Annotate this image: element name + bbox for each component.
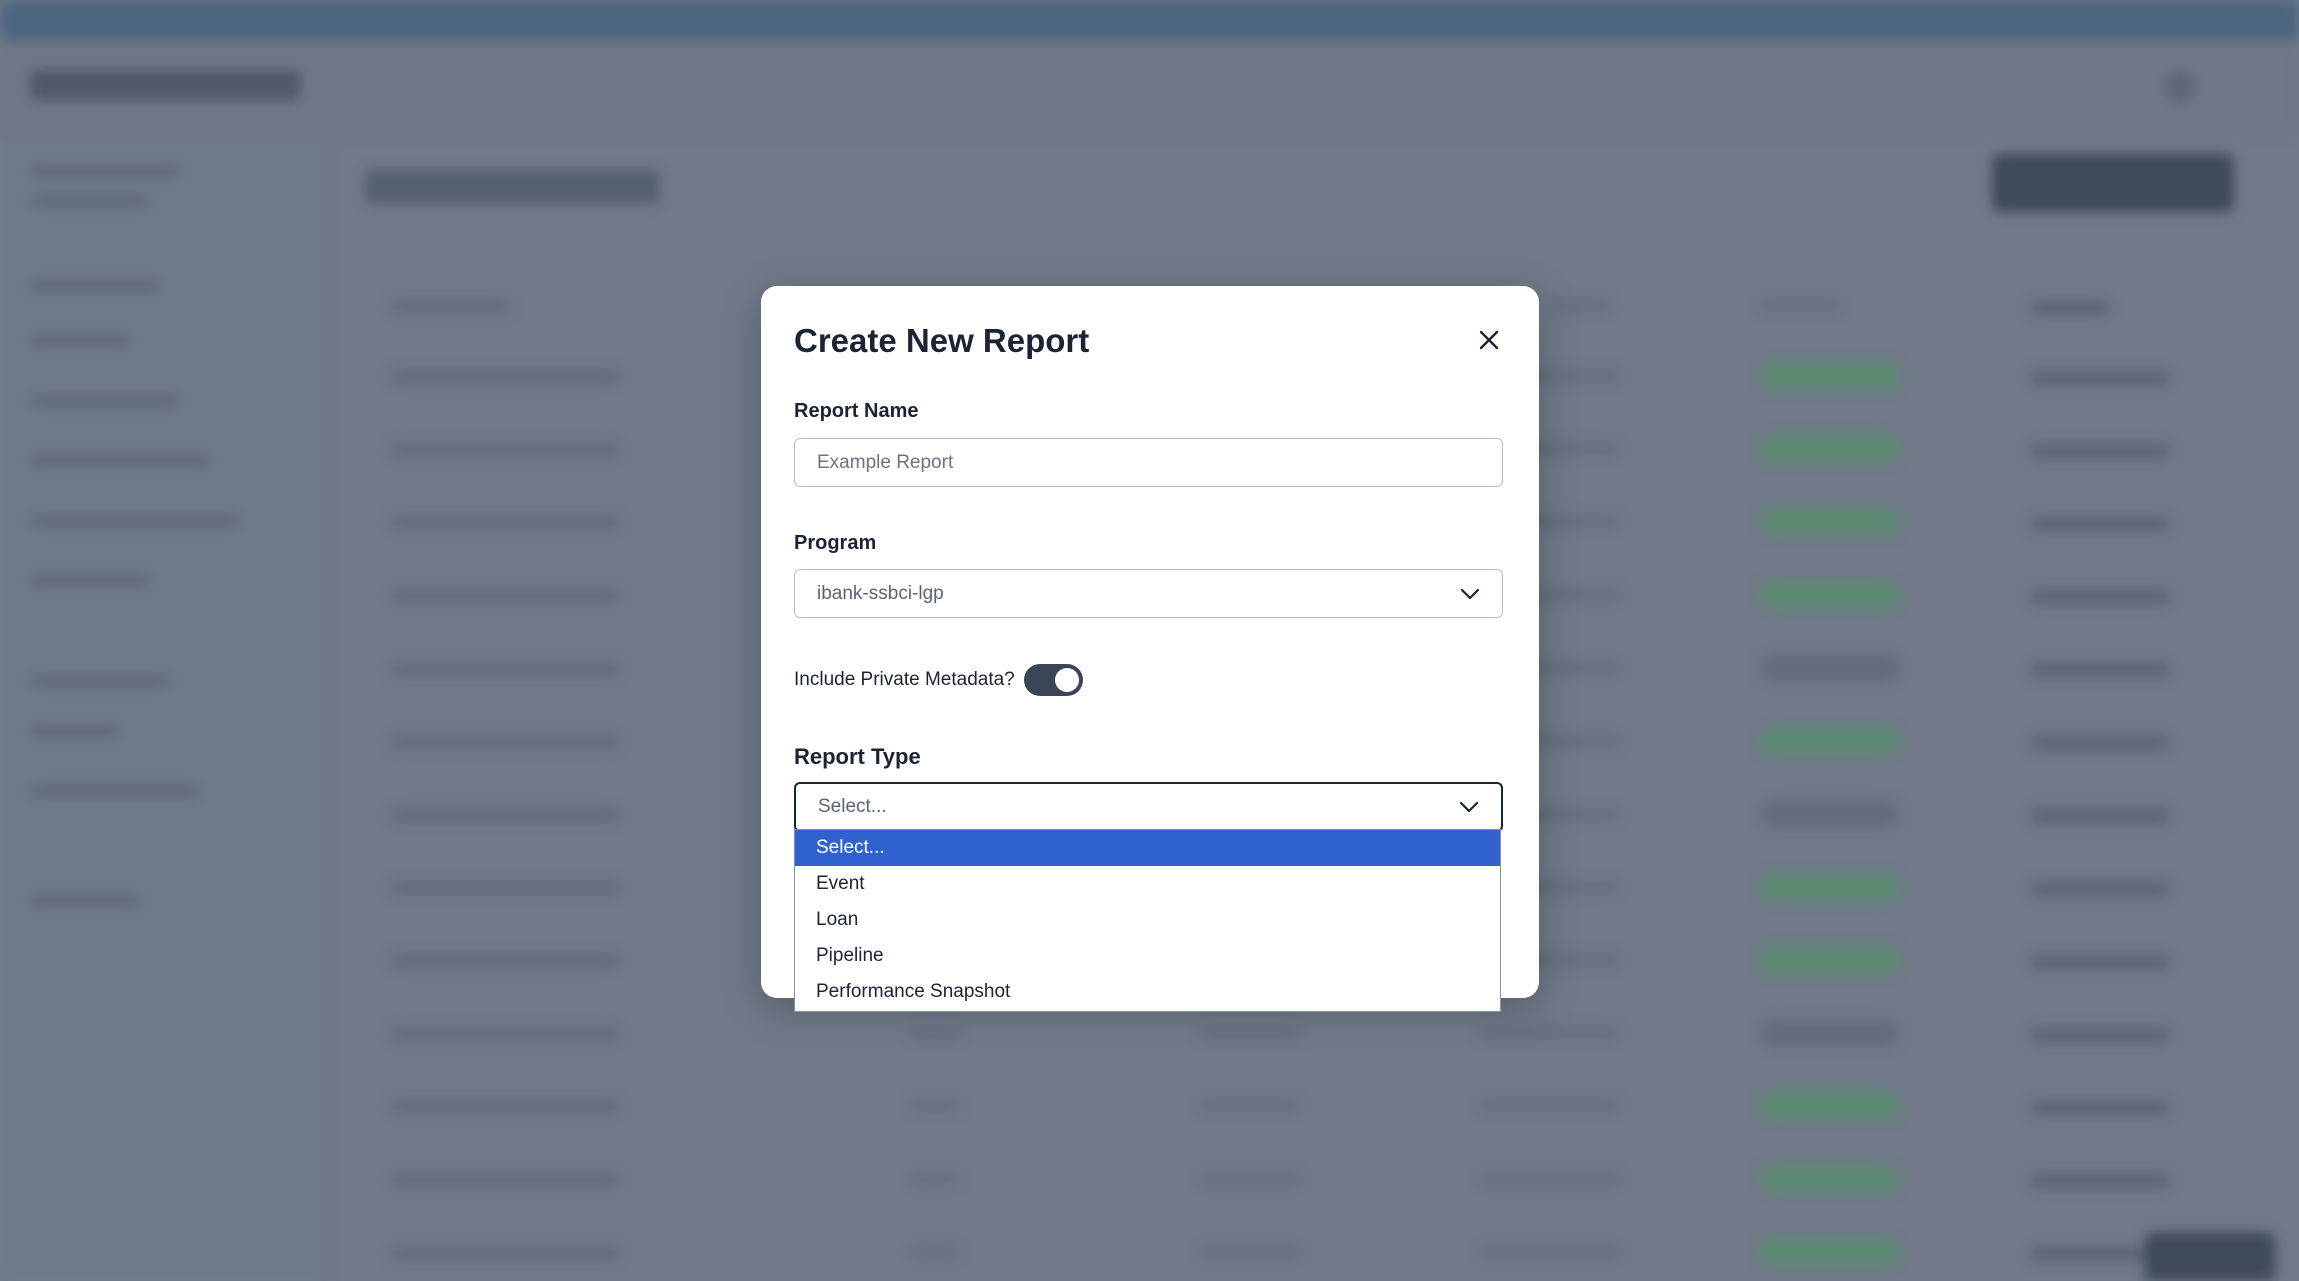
bg-header xyxy=(0,40,2299,135)
bg-sidebar-line xyxy=(30,575,150,587)
report-name-label: Report Name xyxy=(794,400,919,422)
bg-sidebar-line xyxy=(30,515,240,527)
bg-table-row xyxy=(390,1238,2220,1266)
chevron-down-icon xyxy=(1459,801,1479,813)
bg-table-row xyxy=(390,1019,2220,1047)
bg-table-row xyxy=(390,1092,2220,1120)
bg-create-button xyxy=(1992,154,2234,212)
bg-sidebar-line xyxy=(30,395,180,407)
report-type-label: Report Type xyxy=(794,744,921,769)
bg-sidebar-line xyxy=(30,335,130,347)
option-event[interactable]: Event xyxy=(795,866,1500,902)
bg-top-banner xyxy=(0,0,2299,40)
toggle-knob xyxy=(1054,668,1079,692)
bg-sidebar xyxy=(0,135,327,1281)
program-value: ibank-ssbci-lgp xyxy=(817,582,944,604)
close-button[interactable] xyxy=(1471,322,1507,358)
bg-sidebar-line xyxy=(30,895,140,907)
report-type-options: Select... Event Loan Pipeline Performanc… xyxy=(794,829,1501,1012)
bg-avatar xyxy=(2165,72,2195,102)
bg-sidebar-line xyxy=(30,165,180,177)
private-metadata-row: Include Private Metadata? xyxy=(794,664,1083,696)
close-icon xyxy=(1479,330,1499,350)
private-metadata-toggle[interactable] xyxy=(1023,664,1083,696)
option-loan[interactable]: Loan xyxy=(795,902,1500,938)
bg-sidebar-line xyxy=(30,675,170,687)
option-performance-snapshot[interactable]: Performance Snapshot xyxy=(795,974,1500,1010)
bg-sidebar-line xyxy=(30,785,200,797)
report-name-field[interactable] xyxy=(794,438,1503,487)
program-select[interactable]: ibank-ssbci-lgp xyxy=(794,569,1503,618)
bg-table-row xyxy=(390,1165,2220,1193)
report-type-select[interactable]: Select... xyxy=(794,782,1503,832)
report-type-value: Select... xyxy=(818,796,887,817)
bg-sidebar-line xyxy=(30,195,150,207)
private-metadata-label: Include Private Metadata? xyxy=(794,669,1015,690)
bg-sidebar-line xyxy=(30,725,120,737)
bg-page-title xyxy=(365,170,660,204)
report-name-input[interactable] xyxy=(817,451,1480,474)
bg-chat-button xyxy=(2145,1232,2275,1281)
option-select[interactable]: Select... xyxy=(795,830,1500,866)
bg-sidebar-line xyxy=(30,280,160,292)
program-label: Program xyxy=(794,532,877,554)
bg-logo xyxy=(30,70,300,100)
modal-title: Create New Report xyxy=(794,322,1090,359)
bg-sidebar-line xyxy=(30,455,210,467)
option-pipeline[interactable]: Pipeline xyxy=(795,938,1500,974)
chevron-down-icon xyxy=(1460,588,1480,599)
